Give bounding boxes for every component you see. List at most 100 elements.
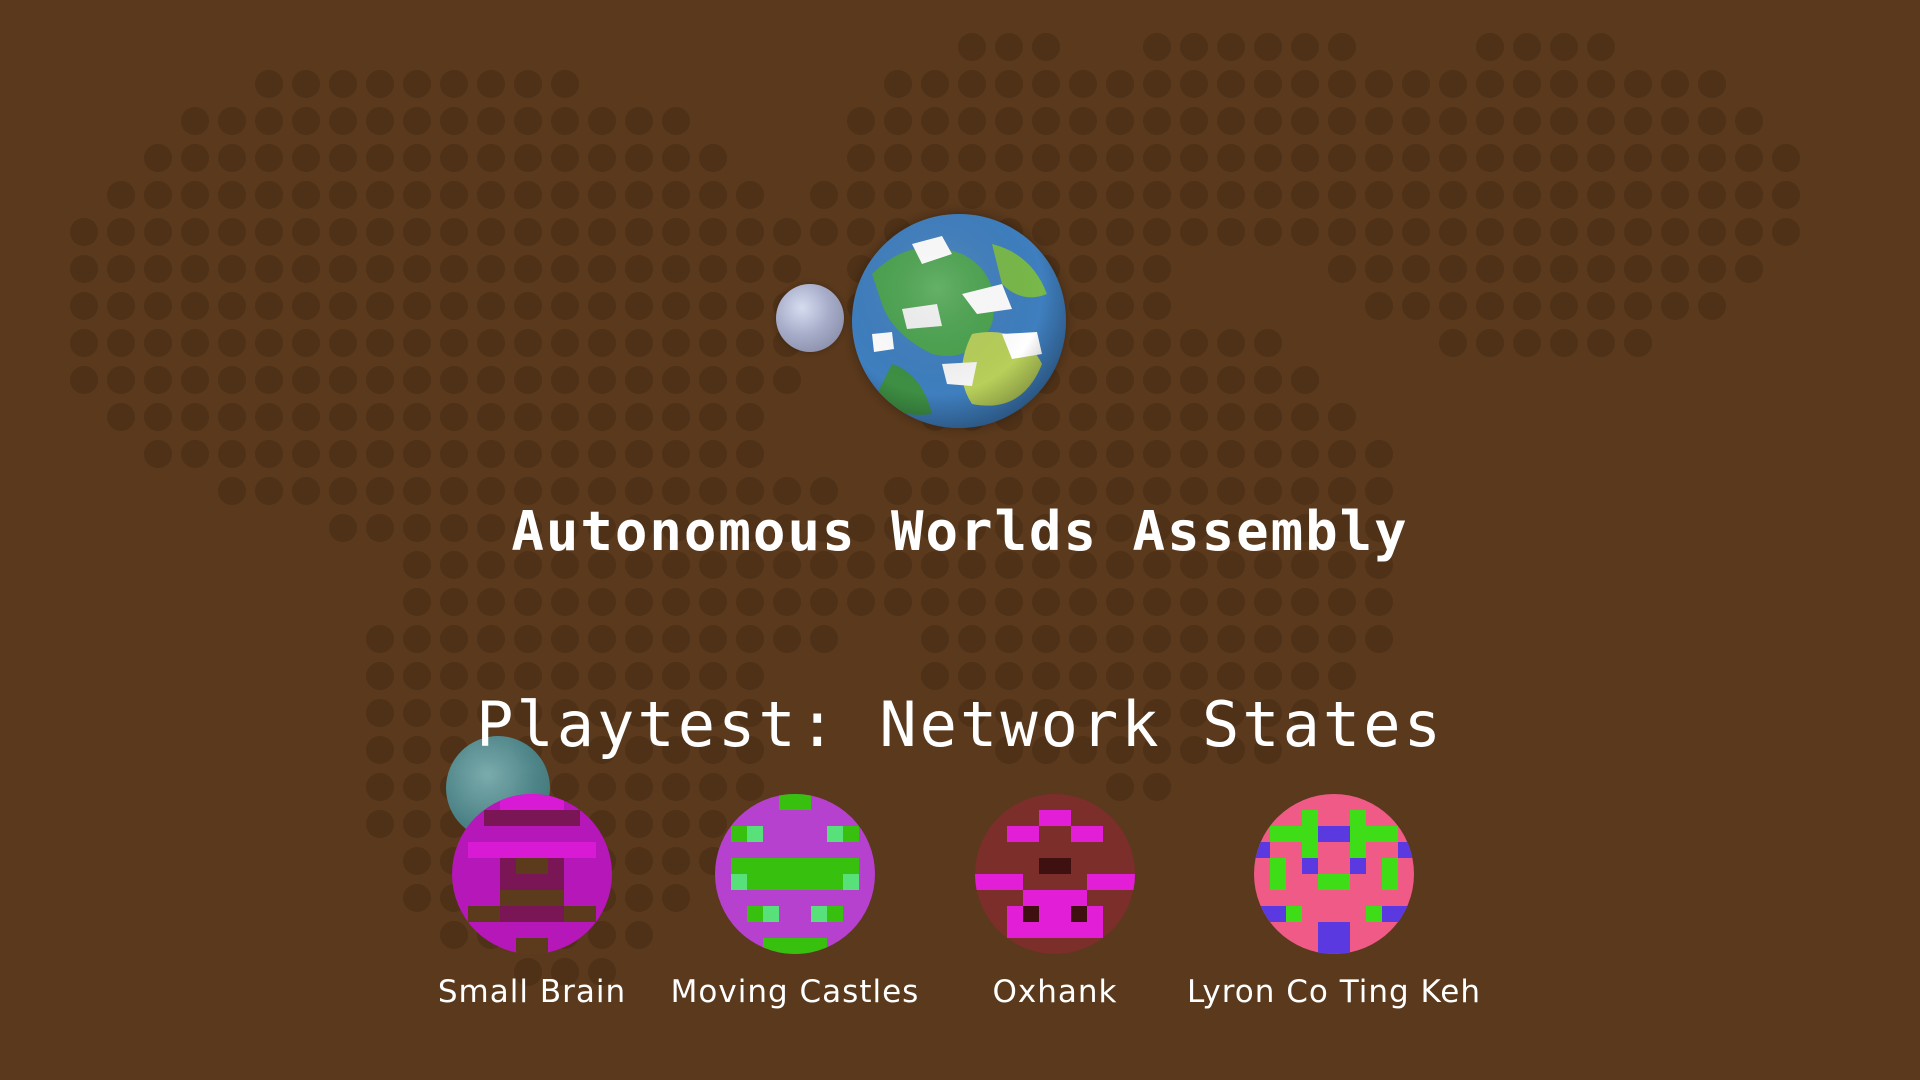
map-dot	[662, 625, 690, 653]
team-avatar[interactable]	[1254, 794, 1414, 954]
map-dot	[1328, 70, 1356, 98]
map-dot	[995, 625, 1023, 653]
map-dot	[1328, 181, 1356, 209]
map-dot	[1550, 218, 1578, 246]
map-dot	[1180, 107, 1208, 135]
map-dot	[1439, 144, 1467, 172]
map-dot	[1476, 181, 1504, 209]
map-dot	[588, 329, 616, 357]
map-dot	[1106, 662, 1134, 690]
map-dot	[440, 366, 468, 394]
map-dot	[736, 181, 764, 209]
map-dot	[1143, 218, 1171, 246]
map-dot	[551, 329, 579, 357]
map-dot	[1106, 292, 1134, 320]
map-dot	[810, 588, 838, 616]
map-dot	[514, 625, 542, 653]
map-dot	[736, 329, 764, 357]
playtest-subtitle: Playtest: Network States	[476, 688, 1444, 761]
map-dot	[440, 588, 468, 616]
map-dot	[366, 662, 394, 690]
map-dot	[1624, 181, 1652, 209]
map-dot	[1587, 33, 1615, 61]
map-dot	[1624, 70, 1652, 98]
map-dot	[329, 218, 357, 246]
map-dot	[107, 329, 135, 357]
map-dot	[588, 255, 616, 283]
map-dot	[1624, 218, 1652, 246]
map-dot	[1365, 625, 1393, 653]
map-dot	[847, 107, 875, 135]
team-card-small-brain[interactable]: Small Brain	[382, 794, 682, 1010]
map-dot	[551, 588, 579, 616]
map-dot	[144, 403, 172, 431]
team-card-oxhank[interactable]: Oxhank	[905, 794, 1205, 1010]
team-card-lyron-co-ting-keh[interactable]: Lyron Co Ting Keh	[1184, 794, 1484, 1010]
map-dot	[218, 218, 246, 246]
map-dot	[1180, 218, 1208, 246]
map-dot	[477, 255, 505, 283]
map-dot	[107, 218, 135, 246]
map-dot	[1735, 144, 1763, 172]
map-dot	[1069, 625, 1097, 653]
map-dot	[255, 366, 283, 394]
map-dot	[1365, 292, 1393, 320]
map-dot	[1587, 144, 1615, 172]
map-dot	[884, 107, 912, 135]
team-avatar[interactable]	[975, 794, 1135, 954]
map-dot	[1735, 255, 1763, 283]
map-dot	[1439, 218, 1467, 246]
map-dot	[292, 218, 320, 246]
map-dot	[255, 440, 283, 468]
map-dot	[1032, 33, 1060, 61]
map-dot	[477, 588, 505, 616]
map-dot	[1180, 662, 1208, 690]
map-dot	[1106, 440, 1134, 468]
map-dot	[70, 218, 98, 246]
map-dot	[588, 403, 616, 431]
map-dot	[366, 218, 394, 246]
map-dot	[588, 107, 616, 135]
team-avatar[interactable]	[452, 794, 612, 954]
map-dot	[329, 292, 357, 320]
earth-globe	[852, 214, 1066, 428]
page-title: Autonomous Worlds Assembly	[511, 500, 1409, 563]
map-dot	[1291, 440, 1319, 468]
map-dot	[255, 107, 283, 135]
map-dot	[1550, 144, 1578, 172]
map-dot	[292, 366, 320, 394]
map-dot	[144, 255, 172, 283]
map-dot	[958, 144, 986, 172]
map-dot	[1106, 625, 1134, 653]
map-dot	[1402, 181, 1430, 209]
map-dot	[1624, 329, 1652, 357]
map-dot	[255, 144, 283, 172]
map-dot	[514, 366, 542, 394]
map-dot	[1032, 440, 1060, 468]
map-dot	[921, 144, 949, 172]
map-dot	[884, 588, 912, 616]
map-dot	[477, 292, 505, 320]
stage: Autonomous Worlds Assembly Playtest: Net…	[0, 0, 1920, 1080]
team-name: Oxhank	[992, 974, 1118, 1010]
map-dot	[1365, 255, 1393, 283]
map-dot	[514, 292, 542, 320]
map-dot	[403, 366, 431, 394]
map-dot	[366, 107, 394, 135]
map-dot	[1254, 33, 1282, 61]
map-dot	[921, 181, 949, 209]
team-card-moving-castles[interactable]: Moving Castles	[645, 794, 945, 1010]
map-dot	[1513, 218, 1541, 246]
map-dot	[1217, 440, 1245, 468]
team-avatar[interactable]	[715, 794, 875, 954]
map-dot	[366, 440, 394, 468]
map-dot	[329, 255, 357, 283]
map-dot	[144, 218, 172, 246]
team-name: Lyron Co Ting Keh	[1186, 974, 1482, 1010]
map-dot	[1550, 329, 1578, 357]
map-dot	[1772, 218, 1800, 246]
map-dot	[1439, 255, 1467, 283]
map-dot	[1365, 588, 1393, 616]
map-dot	[292, 329, 320, 357]
map-dot	[218, 292, 246, 320]
